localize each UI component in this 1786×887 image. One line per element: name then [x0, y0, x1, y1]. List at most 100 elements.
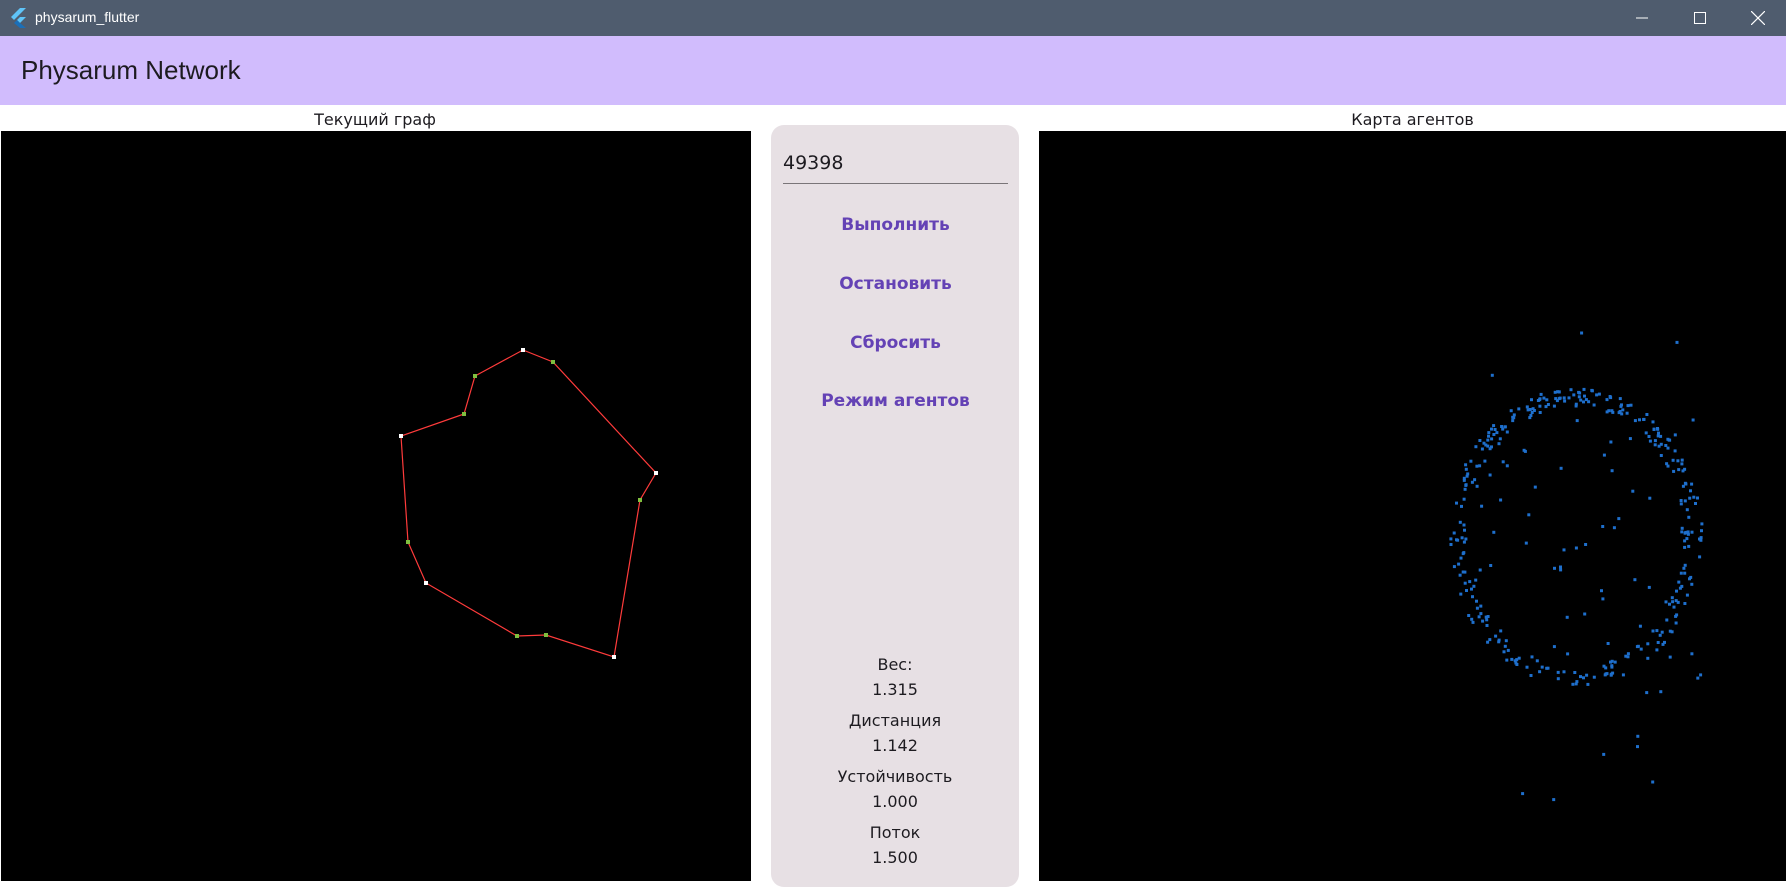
agent-particle — [1459, 556, 1463, 560]
agent-particle — [1562, 548, 1566, 552]
agent-particle — [1587, 400, 1591, 404]
agent-particle — [1582, 387, 1586, 391]
agent-particle — [1479, 604, 1483, 608]
agent-particle — [1483, 459, 1487, 463]
agent-particle — [1628, 437, 1632, 441]
agent-particle — [1671, 458, 1675, 462]
agent-particle — [1680, 458, 1684, 462]
agent-particle — [1492, 530, 1496, 534]
graph-node — [544, 633, 548, 637]
flow-value: 1.500 — [872, 848, 918, 867]
agent-particle — [1673, 433, 1677, 437]
agent-particle — [1486, 444, 1490, 448]
minimize-button[interactable] — [1614, 0, 1670, 36]
agent-particle — [1633, 578, 1637, 582]
agent-particle — [1487, 431, 1491, 435]
agent-particle — [1648, 496, 1652, 500]
graph-node — [638, 498, 642, 502]
agent-particle — [1462, 540, 1466, 544]
agent-particle — [1569, 388, 1573, 392]
agent-particle — [1666, 446, 1670, 450]
agent-particle — [1530, 655, 1534, 659]
agent-particle — [1480, 447, 1484, 451]
agent-particle — [1626, 652, 1630, 656]
agent-particle — [1679, 499, 1683, 502]
agent-particle — [1540, 665, 1544, 669]
agent-particle — [1503, 425, 1507, 429]
current-graph-canvas[interactable] — [1, 131, 751, 881]
agent-particle — [1500, 425, 1504, 428]
agent-particle — [1592, 675, 1596, 679]
agent-particle — [1620, 403, 1623, 407]
graph-node — [515, 634, 519, 638]
agent-particle — [1670, 630, 1674, 634]
agent-particle — [1602, 453, 1606, 457]
agent-particle — [1475, 606, 1479, 610]
distance-label: Дистанция — [848, 711, 942, 730]
agent-particle — [1656, 427, 1659, 430]
agent-particle — [1680, 526, 1684, 530]
agent-particle — [1559, 466, 1563, 470]
agent-particle — [1636, 734, 1640, 738]
agent-particle — [1659, 434, 1663, 438]
agent-particle — [1636, 745, 1639, 749]
agent-particle — [1647, 435, 1651, 438]
agent-particle — [1653, 443, 1657, 447]
agent-particle — [1621, 673, 1625, 677]
agent-particle — [1633, 419, 1637, 423]
agent-particle — [1670, 596, 1674, 600]
agent-particle — [1464, 463, 1468, 467]
agent-particle — [1566, 652, 1570, 656]
agent-particle — [1661, 642, 1665, 646]
agent-particle — [1638, 418, 1641, 422]
agent-particle — [1478, 568, 1482, 572]
agent-particle — [1648, 439, 1652, 443]
agent-particle — [1495, 431, 1499, 435]
agent-particle — [1574, 546, 1578, 550]
agent-particle — [1653, 439, 1657, 443]
close-button[interactable] — [1730, 0, 1786, 36]
agent-particle — [1485, 624, 1489, 627]
agent-particle — [1489, 564, 1493, 567]
agent-particle — [1683, 545, 1687, 549]
agent-particle — [1612, 526, 1616, 530]
reset-button[interactable]: Сбросить — [783, 323, 1008, 363]
agent-particle — [1673, 449, 1677, 453]
agent-particle — [1590, 388, 1594, 392]
agent-particle — [1465, 589, 1468, 592]
agent-particle — [1494, 634, 1498, 638]
agent-particle — [1532, 409, 1536, 412]
agent-particle — [1689, 489, 1692, 493]
agent-particle — [1538, 411, 1542, 414]
minimize-icon — [1636, 17, 1648, 19]
graph-node — [399, 434, 403, 438]
agent-particle — [1552, 404, 1556, 408]
agent-particle — [1610, 664, 1614, 668]
agent-particle — [1556, 677, 1560, 681]
agent-particle — [1461, 570, 1465, 574]
agents-map-canvas[interactable] — [1039, 131, 1786, 881]
agent-particle — [1645, 691, 1649, 695]
agents-mode-button[interactable]: Режим агентов — [783, 381, 1008, 421]
agent-particle — [1513, 659, 1517, 663]
agent-particle — [1621, 408, 1625, 412]
stop-button[interactable]: Остановить — [783, 264, 1008, 304]
agent-particle — [1538, 670, 1542, 674]
agent-particle — [1647, 585, 1651, 589]
agent-particle — [1642, 417, 1646, 421]
agent-particle — [1605, 410, 1609, 414]
graph-node — [654, 471, 658, 475]
run-button[interactable]: Выполнить — [783, 205, 1008, 245]
iterations-input[interactable] — [783, 143, 1008, 184]
agent-particle — [1542, 396, 1546, 400]
agent-particle — [1579, 675, 1582, 679]
agent-particle — [1554, 397, 1558, 401]
agent-particle — [1462, 497, 1466, 501]
agent-particle — [1467, 614, 1471, 617]
agent-particle — [1559, 568, 1563, 572]
maximize-button[interactable] — [1672, 0, 1728, 36]
agent-particle — [1464, 537, 1468, 541]
agent-particle — [1461, 552, 1465, 556]
weight-value: 1.315 — [872, 680, 918, 699]
agent-particle — [1539, 392, 1543, 396]
